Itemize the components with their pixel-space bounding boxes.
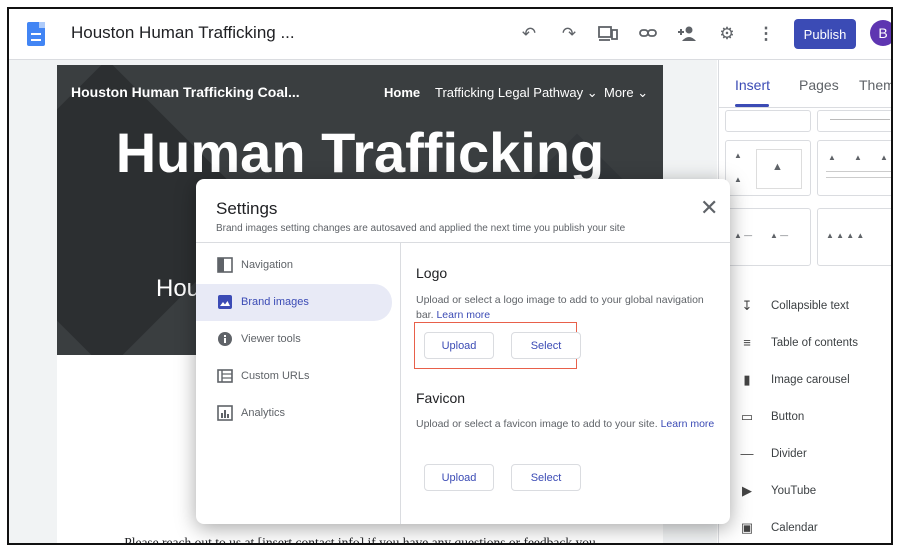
logo-select-button[interactable]: Select [511, 332, 581, 359]
viewer-tools-icon [218, 332, 232, 346]
brand-images-icon [218, 295, 232, 309]
settings-nav-label: Brand images [241, 296, 309, 308]
settings-dialog: Settings Brand images setting changes ar… [196, 179, 730, 524]
hero-title[interactable]: Human Trafficking [57, 120, 663, 185]
logo-section-description: Upload or select a logo image to add to … [416, 293, 722, 323]
undo-icon[interactable]: ↶ [518, 24, 540, 44]
divider [400, 243, 401, 524]
panel-item-label: Table of contents [771, 337, 858, 349]
settings-nav-label: Viewer tools [241, 333, 301, 345]
site-nav-title[interactable]: Houston Human Trafficking Coal... [71, 84, 300, 100]
learn-more-link[interactable]: Learn more [436, 309, 490, 321]
avatar[interactable]: B [870, 20, 891, 46]
favicon-select-button[interactable]: Select [511, 464, 581, 491]
panel-item-table-of-contents[interactable]: ≡ Table of contents [733, 333, 891, 355]
window-frame: Houston Human Trafficking ... ↶ ↷ ⚙ ⋮ Pu… [7, 7, 893, 545]
chevron-down-icon: ⌄ [637, 85, 649, 100]
youtube-icon: ▶ [742, 483, 752, 498]
divider [196, 242, 730, 243]
more-icon[interactable]: ⋮ [755, 24, 777, 44]
nav-link-more[interactable]: More ⌄ [604, 85, 648, 101]
layout-card[interactable]: ▲ ▲ ▲ [725, 140, 811, 196]
publish-button[interactable]: Publish [794, 19, 856, 49]
panel-item-label: Divider [771, 448, 807, 460]
learn-more-link[interactable]: Learn more [661, 418, 715, 430]
dialog-subtitle: Brand images setting changes are autosav… [216, 223, 626, 234]
favicon-section-description: Upload or select a favicon image to add … [416, 417, 722, 432]
logo-section-title: Logo [416, 265, 448, 281]
paragraph[interactable]: Please reach out to us at [insert contac… [57, 533, 663, 543]
nav-link-legal-pathway[interactable]: Trafficking Legal Pathway ⌄ [435, 85, 598, 101]
share-icon[interactable] [676, 24, 698, 44]
nav-link-label: More [604, 85, 634, 100]
panel-item-label: Collapsible text [771, 300, 849, 312]
description-text: Upload or select a favicon image to add … [416, 418, 658, 430]
panel-item-calendar[interactable]: ▣ Calendar [733, 518, 891, 540]
layout-card[interactable] [817, 110, 891, 132]
preview-icon[interactable] [597, 24, 619, 44]
panel-item-label: Button [771, 411, 805, 423]
panel-item-image-carousel[interactable]: ▮ Image carousel [733, 370, 891, 392]
analytics-icon [217, 405, 233, 421]
settings-nav-label: Custom URLs [241, 370, 310, 382]
settings-nav-viewer-tools[interactable]: Viewer tools [196, 321, 392, 358]
insert-panel: Insert Pages Themes ▲ ▲ ▲ ▲ ▲ ▲ ▲ — ▲ — … [718, 60, 891, 543]
favicon-upload-button[interactable]: Upload [424, 464, 494, 491]
site-title[interactable]: Houston Human Trafficking ... [71, 23, 295, 43]
google-sites-logo-icon[interactable] [27, 22, 45, 46]
settings-nav-analytics[interactable]: Analytics [196, 395, 392, 432]
panel-item-button[interactable]: ▭ Button [733, 407, 891, 429]
custom-urls-icon [217, 369, 233, 383]
tab-themes[interactable]: Themes [859, 77, 891, 93]
divider [719, 107, 891, 108]
panel-item-collapsible-text[interactable]: ↧ Collapsible text [733, 296, 891, 318]
layout-card[interactable]: ▲ ▲ ▲ ▲ [817, 208, 891, 266]
settings-nav-custom-urls[interactable]: Custom URLs [196, 358, 392, 395]
panel-item-youtube[interactable]: ▶ YouTube [733, 481, 891, 503]
nav-link-home[interactable]: Home [384, 85, 420, 100]
layout-card[interactable]: ▲ ▲ ▲ [817, 140, 891, 196]
redo-icon[interactable]: ↷ [558, 24, 580, 44]
hero-subtitle[interactable]: Hou [156, 275, 200, 303]
favicon-section-title: Favicon [416, 390, 466, 406]
close-icon[interactable]: ✕ [700, 195, 718, 221]
chevron-down-icon: ⌄ [586, 85, 598, 100]
link-icon[interactable] [637, 24, 659, 44]
settings-nav-label: Analytics [241, 407, 286, 419]
tab-pages[interactable]: Pages [799, 77, 839, 93]
image-carousel-icon: ▮ [743, 372, 751, 387]
panel-item-label: YouTube [771, 485, 817, 497]
panel-item-divider[interactable]: — Divider [733, 444, 891, 466]
button-icon: ▭ [740, 409, 754, 424]
navigation-icon [217, 257, 233, 273]
logo-upload-button[interactable]: Upload [424, 332, 494, 359]
panel-item-label: Image carousel [771, 374, 850, 386]
settings-nav-navigation[interactable]: Navigation [196, 247, 392, 284]
tab-insert[interactable]: Insert [735, 77, 770, 93]
layout-card[interactable] [725, 110, 811, 132]
collapsible-text-icon: ↧ [741, 298, 753, 313]
divider-icon: — [740, 446, 754, 461]
panel-item-label: Calendar [771, 522, 818, 534]
table-of-contents-icon: ≡ [743, 335, 751, 350]
top-bar: Houston Human Trafficking ... ↶ ↷ ⚙ ⋮ Pu… [9, 9, 891, 60]
settings-icon[interactable]: ⚙ [716, 24, 738, 44]
layout-card[interactable]: ▲ — ▲ — [725, 208, 811, 266]
settings-nav-brand-images[interactable]: Brand images [196, 284, 392, 321]
dialog-title: Settings [216, 199, 278, 218]
settings-nav-label: Navigation [241, 259, 293, 271]
nav-link-label: Trafficking Legal Pathway [435, 85, 584, 100]
calendar-icon: ▣ [740, 520, 754, 535]
